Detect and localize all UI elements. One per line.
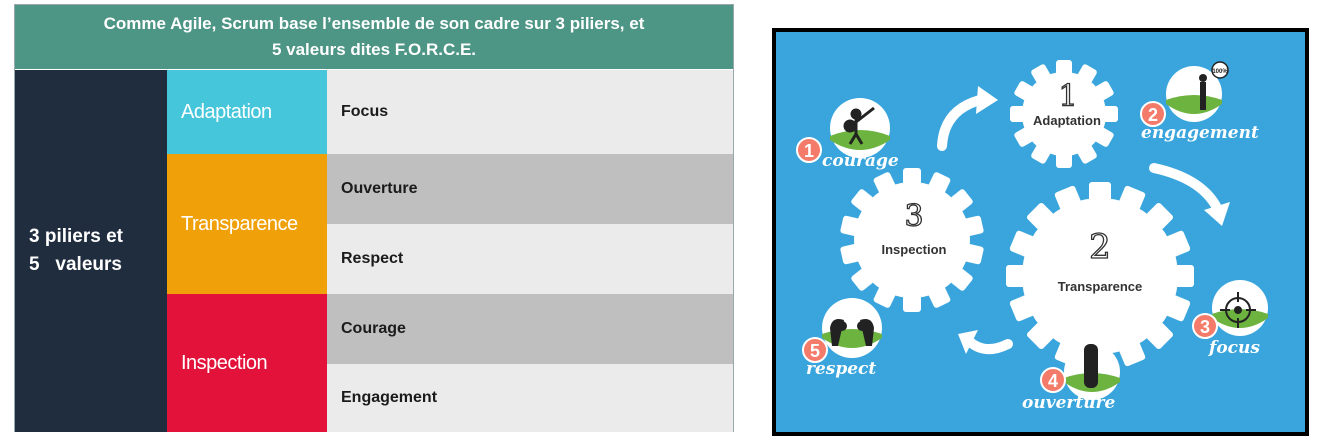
gear-number-inspection: 3 bbox=[904, 199, 923, 234]
value-label: Engagement bbox=[341, 389, 438, 406]
summary-line-2: 5 valeurs bbox=[29, 254, 122, 275]
value-label: Courage bbox=[341, 320, 406, 337]
pillar-label: Adaptation bbox=[181, 100, 272, 123]
badge-number: 1 bbox=[804, 141, 814, 161]
gear-transparence bbox=[1006, 182, 1194, 370]
pillar-label: Transparence bbox=[181, 212, 298, 235]
summary-cell: 3 piliers et 5 valeurs bbox=[15, 70, 167, 432]
badge-label: engagement bbox=[1141, 123, 1259, 143]
value-focus: Focus bbox=[327, 70, 733, 154]
gear-body bbox=[1022, 198, 1178, 354]
gear-inspection bbox=[840, 168, 984, 312]
badge-number: 4 bbox=[1048, 371, 1058, 391]
value-label: Ouverture bbox=[341, 180, 418, 197]
gear-label-inspection: Inspection bbox=[881, 242, 946, 257]
values-table: Comme Agile, Scrum base l’ensemble de so… bbox=[14, 4, 734, 432]
value-label: Focus bbox=[341, 103, 389, 120]
value-ouverture: Ouverture bbox=[327, 154, 733, 224]
scrum-gears-diagram: 1 Adaptation 2 Transparence 3 Inspection bbox=[772, 28, 1309, 436]
badge-number: 3 bbox=[1200, 317, 1210, 337]
icon-text: 100% bbox=[1212, 69, 1228, 75]
value-respect: Respect bbox=[327, 224, 733, 294]
pillar-label: Inspection bbox=[181, 351, 268, 374]
pillar-adaptation: Adaptation bbox=[167, 70, 327, 154]
badge-label: courage bbox=[822, 151, 899, 171]
gear-number-transparence: 2 bbox=[1089, 227, 1111, 267]
gear-label-adaptation: Adaptation bbox=[1033, 113, 1101, 128]
door-icon bbox=[1084, 344, 1098, 388]
header-line-1: Comme Agile, Scrum base l’ensemble de so… bbox=[103, 14, 645, 33]
gear-number-adaptation: 1 bbox=[1058, 79, 1077, 114]
badge-number: 2 bbox=[1148, 105, 1158, 125]
gear-label-transparence: Transparence bbox=[1058, 279, 1143, 294]
value-label: Respect bbox=[341, 250, 404, 267]
badge-number: 5 bbox=[810, 341, 820, 361]
badge-label: ouverture bbox=[1022, 393, 1116, 413]
badge-label: respect bbox=[806, 359, 876, 379]
pillar-transparence: Transparence bbox=[167, 154, 327, 294]
pillar-inspection: Inspection bbox=[167, 294, 327, 432]
table-header: Comme Agile, Scrum base l’ensemble de so… bbox=[15, 5, 733, 69]
badge-label: focus bbox=[1208, 338, 1260, 358]
header-line-2: 5 valeurs dites F.O.R.C.E. bbox=[271, 40, 477, 59]
summary-line-1: 3 piliers et bbox=[29, 226, 123, 247]
value-engagement: Engagement bbox=[327, 364, 733, 432]
value-courage: Courage bbox=[327, 294, 733, 364]
